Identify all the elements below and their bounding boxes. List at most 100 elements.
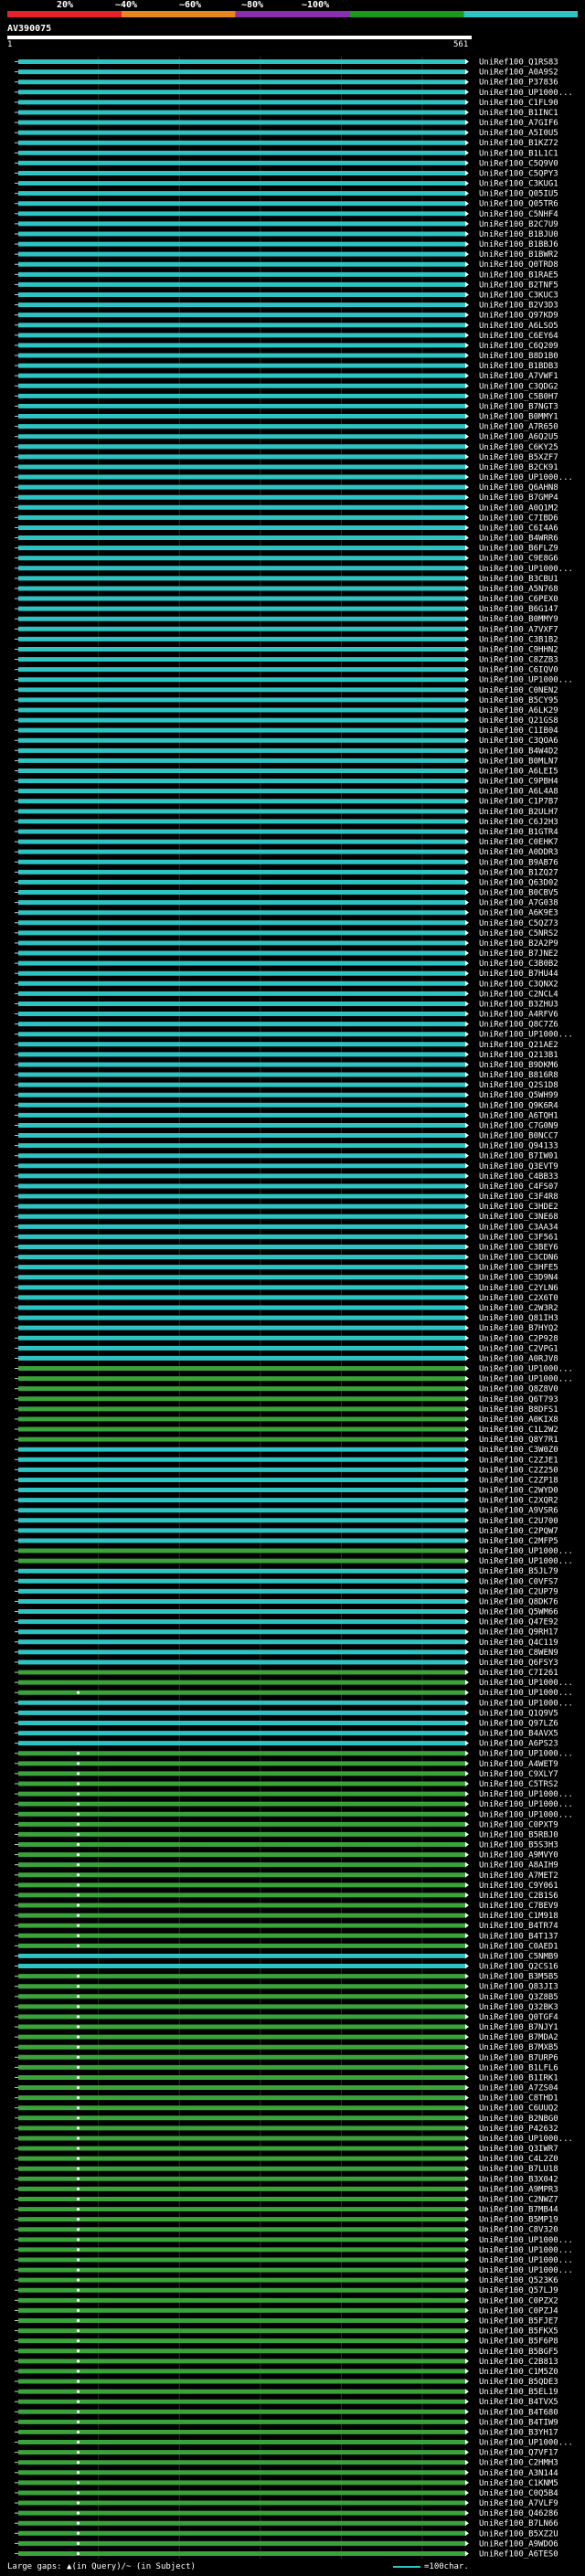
hit-row[interactable]: UniRef100_Q0TGF4	[15, 2013, 558, 2022]
hit-label[interactable]: UniRef100_C9Y061	[479, 1882, 558, 1891]
hit-label[interactable]: UniRef100_B4TR74	[479, 1922, 558, 1931]
hit-row[interactable]: UniRef100_C5QPY3	[15, 169, 558, 178]
hit-row[interactable]: UniRef100_A9WDO6	[15, 2539, 558, 2549]
hit-label[interactable]: UniRef100_Q1Q9V5	[479, 1709, 558, 1718]
hit-row[interactable]: UniRef100_C3B1B2	[15, 635, 558, 644]
hit-label[interactable]: UniRef100_C9E8G6	[479, 555, 558, 564]
hit-row[interactable]: UniRef100_Q1Q9V5	[15, 1709, 558, 1718]
hit-label[interactable]: UniRef100_C2MFP5	[479, 1537, 558, 1546]
hit-label[interactable]: UniRef100_Q21AE2	[479, 1041, 558, 1050]
hit-row[interactable]: UniRef100_B3ZHU3	[15, 1000, 558, 1009]
hit-label[interactable]: UniRef100_Q213B1	[479, 1051, 558, 1060]
hit-label[interactable]: UniRef100_B2CK91	[479, 463, 558, 472]
hit-row[interactable]: UniRef100_C2ZP18	[15, 1476, 558, 1485]
hit-row[interactable]: UniRef100_B3YH17	[15, 2428, 558, 2437]
hit-label[interactable]: UniRef100_C2XQR2	[479, 1497, 558, 1506]
hit-label[interactable]: UniRef100_A4WET9	[479, 1760, 558, 1769]
hit-label[interactable]: UniRef100_C2U700	[479, 1517, 558, 1526]
hit-row[interactable]: UniRef100_B2A2P9	[15, 939, 558, 949]
hit-row[interactable]: UniRef100_A6K9E3	[15, 909, 558, 918]
hit-row[interactable]: UniRef100_B1BJU0	[15, 230, 558, 239]
hit-label[interactable]: UniRef100_B1BWR2	[479, 250, 558, 260]
hit-row[interactable]: UniRef100_C0VFS7	[15, 1577, 558, 1586]
hit-row[interactable]: UniRef100_Q8Y7R1	[15, 1436, 558, 1445]
hit-label[interactable]: UniRef100_C2WYD0	[479, 1487, 558, 1496]
hit-label[interactable]: UniRef100_C2W3R2	[479, 1304, 558, 1313]
hit-label[interactable]: UniRef100_B1RAE5	[479, 270, 558, 280]
hit-label[interactable]: UniRef100_B5XZF7	[479, 453, 558, 462]
hit-label[interactable]: UniRef100_C2YLN6	[479, 1284, 558, 1293]
hit-row[interactable]: UniRef100_A0A9S2	[15, 69, 558, 78]
hit-label[interactable]: UniRef100_B7JNE2	[479, 949, 558, 959]
hit-label[interactable]: UniRef100_B4AVX5	[479, 1730, 558, 1739]
hit-label[interactable]: UniRef100_C3QOA6	[479, 737, 558, 746]
hit-row[interactable]: UniRef100_B4WRR6	[15, 535, 558, 544]
hit-label[interactable]: UniRef100_UP1000...	[479, 565, 573, 574]
hit-label[interactable]: UniRef100_B5JL79	[479, 1567, 558, 1576]
hit-row[interactable]: UniRef100_Q523K6	[15, 2276, 558, 2285]
hit-label[interactable]: UniRef100_UP1000...	[479, 1031, 573, 1040]
hit-label[interactable]: UniRef100_C6J2H3	[479, 818, 558, 827]
hit-label[interactable]: UniRef100_Q7VF17	[479, 2449, 558, 2458]
hit-row[interactable]: UniRef100_A5I0U5	[15, 129, 558, 138]
hit-row[interactable]: UniRef100_C6KY25	[15, 443, 558, 452]
hit-row[interactable]: UniRef100_B5F6P8	[15, 2337, 558, 2347]
hit-label[interactable]: UniRef100_C3HDE2	[479, 1203, 558, 1212]
hit-label[interactable]: UniRef100_C3AA34	[479, 1223, 558, 1232]
hit-label[interactable]: UniRef100_B4WRR6	[479, 535, 558, 544]
hit-label[interactable]: UniRef100_C6Q209	[479, 342, 558, 351]
hit-row[interactable]: UniRef100_A4WET9	[15, 1760, 558, 1769]
hit-label[interactable]: UniRef100_C2ZJE1	[479, 1456, 558, 1465]
hit-row[interactable]: UniRef100_A6LSO5	[15, 322, 558, 331]
hit-row[interactable]: UniRef100_C7IBD6	[15, 514, 558, 523]
hit-label[interactable]: UniRef100_B1LFL6	[479, 2063, 558, 2072]
hit-label[interactable]: UniRef100_C0AED1	[479, 1942, 558, 1951]
hit-row[interactable]: UniRef100_C3NE68	[15, 1213, 558, 1222]
hit-label[interactable]: UniRef100_UP1000...	[479, 89, 573, 98]
hit-row[interactable]: UniRef100_Q3IWR7	[15, 2145, 558, 2154]
hit-label[interactable]: UniRef100_C1KNM5	[479, 2479, 558, 2488]
hit-label[interactable]: UniRef100_A6TES0	[479, 2549, 558, 2559]
hit-label[interactable]: UniRef100_A6LK29	[479, 706, 558, 716]
hit-label[interactable]: UniRef100_B5S3H3	[479, 1841, 558, 1850]
hit-label[interactable]: UniRef100_B5MP19	[479, 2216, 558, 2225]
hit-row[interactable]: UniRef100_B5XZ2U	[15, 2529, 558, 2539]
hit-row[interactable]: UniRef100_C1M5Z0	[15, 2368, 558, 2377]
hit-label[interactable]: UniRef100_A9MPR3	[479, 2185, 558, 2194]
hit-row[interactable]: UniRef100_B5FKX5	[15, 2327, 558, 2337]
hit-label[interactable]: UniRef100_B1BBJ6	[479, 240, 558, 249]
hit-row[interactable]: UniRef100_B7IW01	[15, 1152, 558, 1161]
hit-label[interactable]: UniRef100_B1KZ72	[479, 139, 558, 148]
hit-row[interactable]: UniRef100_C4FS07	[15, 1182, 558, 1192]
hit-label[interactable]: UniRef100_A9WDO6	[479, 2539, 558, 2549]
hit-label[interactable]: UniRef100_UP1000...	[479, 473, 573, 482]
hit-row[interactable]: UniRef100_B7JNE2	[15, 949, 558, 959]
hit-row[interactable]: UniRef100_C5NMB9	[15, 1952, 558, 1961]
hit-row[interactable]: UniRef100_A7G038	[15, 899, 558, 908]
hit-row[interactable]: UniRef100_A7MET2	[15, 1871, 558, 1881]
hit-label[interactable]: UniRef100_A5N768	[479, 585, 558, 594]
hit-row[interactable]: UniRef100_C1KNM5	[15, 2479, 558, 2488]
hit-row[interactable]: UniRef100_A0RJV8	[15, 1354, 558, 1363]
hit-label[interactable]: UniRef100_B4T680	[479, 2408, 558, 2417]
hit-label[interactable]: UniRef100_Q2S1D8	[479, 1081, 558, 1090]
hit-row[interactable]: UniRef100_B1RAE5	[15, 270, 558, 280]
hit-row[interactable]: UniRef100_Q21GS8	[15, 716, 558, 726]
hit-row[interactable]: UniRef100_C9PBH4	[15, 778, 558, 787]
hit-label[interactable]: UniRef100_UP1000...	[479, 1689, 573, 1698]
hit-label[interactable]: UniRef100_C6EY64	[479, 332, 558, 341]
hit-label[interactable]: UniRef100_Q8C7Z6	[479, 1021, 558, 1030]
hit-label[interactable]: UniRef100_A8AIH9	[479, 1861, 558, 1871]
hit-label[interactable]: UniRef100_C3B1B2	[479, 635, 558, 644]
hit-row[interactable]: UniRef100_Q8Z8V0	[15, 1385, 558, 1394]
hit-label[interactable]: UniRef100_C5NMB9	[479, 1952, 558, 1961]
hit-label[interactable]: UniRef100_Q0TGF4	[479, 2013, 558, 2022]
hit-row[interactable]: UniRef100_B7MDA2	[15, 2033, 558, 2042]
hit-label[interactable]: UniRef100_B1IRK1	[479, 2073, 558, 2083]
hit-label[interactable]: UniRef100_B7GMP4	[479, 493, 558, 503]
hit-row[interactable]: UniRef100_B5CY95	[15, 696, 558, 705]
hit-row[interactable]: UniRef100_C6EY64	[15, 332, 558, 341]
hit-row[interactable]: UniRef100_C6IQV0	[15, 666, 558, 675]
hit-label[interactable]: UniRef100_A0Q1M2	[479, 504, 558, 513]
hit-label[interactable]: UniRef100_B7MXB5	[479, 2043, 558, 2052]
